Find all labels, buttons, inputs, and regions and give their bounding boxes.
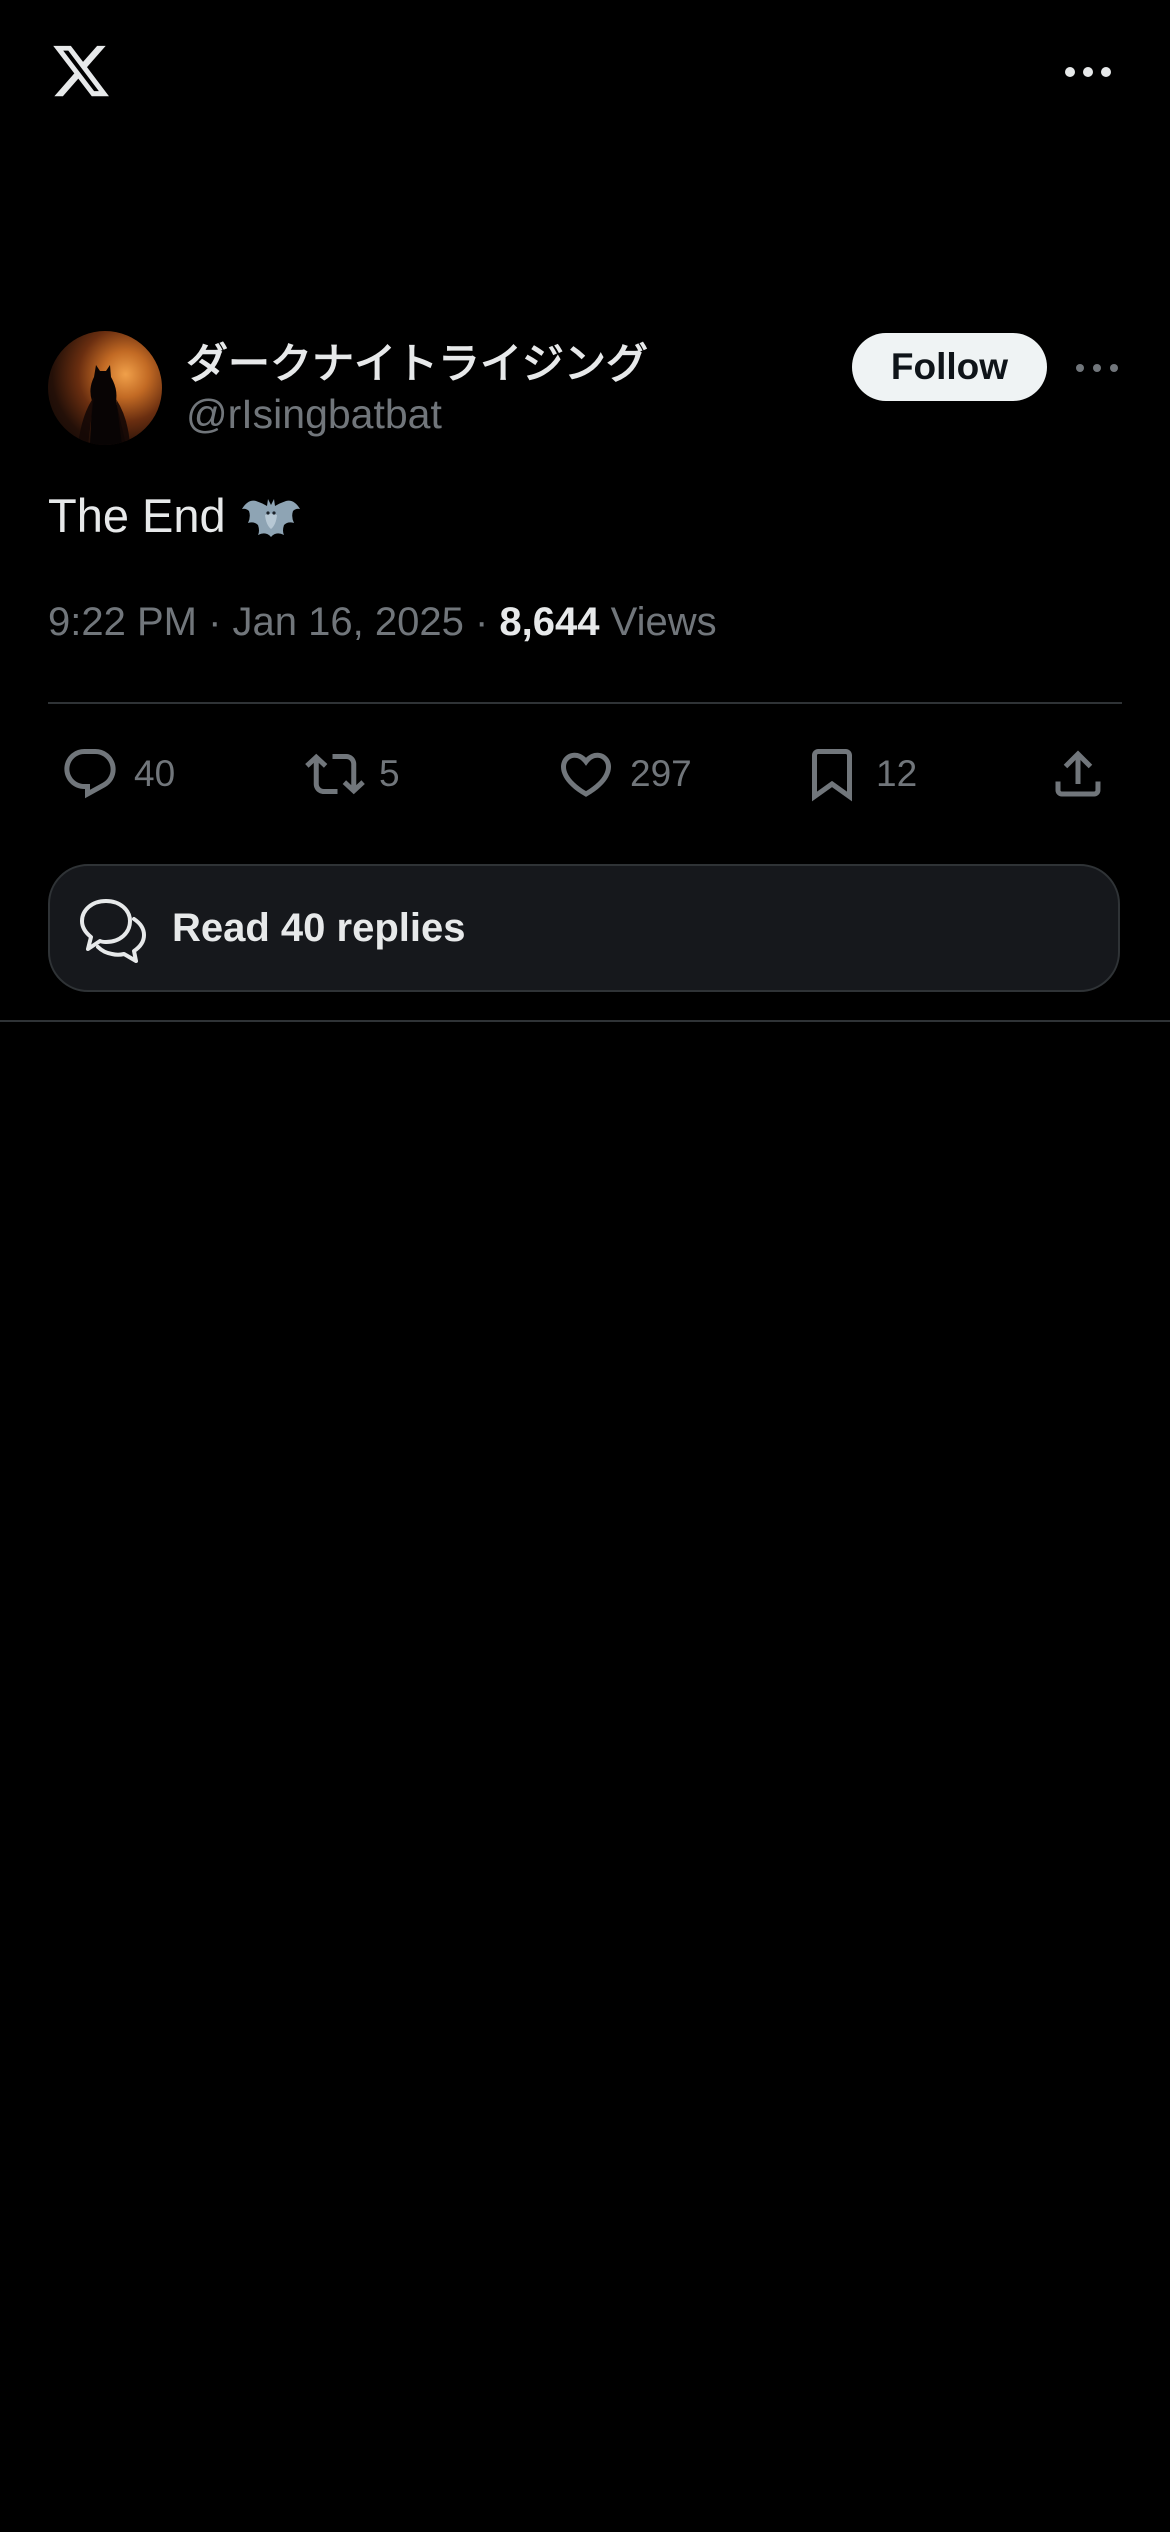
reply-icon bbox=[64, 749, 116, 799]
like-button[interactable]: 297 bbox=[556, 738, 692, 810]
reply-count: 40 bbox=[134, 753, 176, 794]
tweet-meta: 9:22 PM · Jan 16, 2025 · 8,644 Views bbox=[48, 600, 717, 645]
divider bbox=[0, 1020, 1170, 1022]
speech-bubbles-icon bbox=[80, 899, 146, 963]
heart-icon bbox=[560, 752, 612, 797]
like-count: 297 bbox=[630, 753, 692, 794]
divider bbox=[48, 702, 1122, 704]
tweet-time[interactable]: 9:22 PM bbox=[48, 600, 197, 644]
batman-silhouette-icon bbox=[78, 365, 130, 445]
repost-icon bbox=[305, 753, 365, 795]
bat-emoji-icon bbox=[241, 498, 300, 537]
bookmark-button[interactable]: 12 bbox=[802, 738, 917, 810]
share-button[interactable] bbox=[1048, 738, 1108, 810]
display-name[interactable]: ダークナイトライジング bbox=[186, 330, 648, 391]
bookmark-icon bbox=[812, 749, 852, 802]
more-horizontal-icon[interactable] bbox=[1072, 350, 1122, 386]
bookmark-count: 12 bbox=[876, 753, 918, 794]
meta-separator: · bbox=[463, 600, 500, 644]
user-handle[interactable]: @rIsingbatbat bbox=[186, 391, 442, 438]
top-bar bbox=[0, 0, 1170, 150]
more-horizontal-icon[interactable] bbox=[1060, 52, 1116, 92]
meta-separator: · bbox=[196, 600, 233, 644]
views-label: Views bbox=[610, 600, 717, 644]
views-count: 8,644 bbox=[499, 600, 600, 644]
follow-button[interactable]: Follow bbox=[852, 333, 1047, 401]
tweet-text-content: The End bbox=[48, 489, 226, 542]
read-replies-label: Read 40 replies bbox=[172, 905, 466, 950]
repost-button[interactable]: 5 bbox=[305, 738, 400, 810]
reply-button[interactable]: 40 bbox=[60, 738, 175, 810]
repost-count: 5 bbox=[379, 753, 400, 794]
tweet-text: The End bbox=[48, 488, 302, 543]
tweet-date[interactable]: Jan 16, 2025 bbox=[233, 600, 464, 644]
avatar[interactable] bbox=[48, 331, 162, 445]
share-icon bbox=[1055, 750, 1101, 797]
read-replies-button[interactable]: Read 40 replies bbox=[48, 864, 1120, 992]
x-logo-icon[interactable] bbox=[48, 40, 114, 102]
